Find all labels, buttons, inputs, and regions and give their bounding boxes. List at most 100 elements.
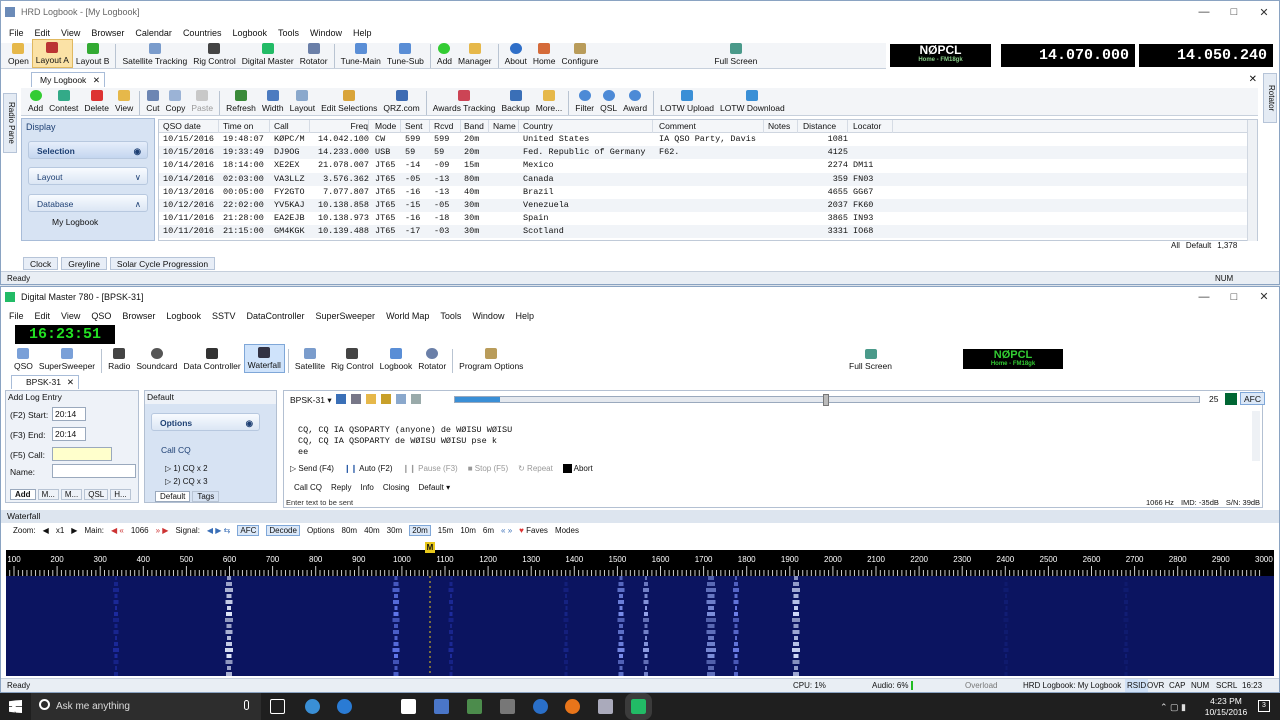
menu-file[interactable]: File bbox=[9, 28, 24, 38]
tab-default[interactable]: Default bbox=[155, 491, 191, 502]
add-button[interactable]: Add bbox=[434, 41, 455, 68]
start-button[interactable] bbox=[9, 700, 22, 713]
dm-menu-supersweeper[interactable]: SuperSweeper bbox=[316, 311, 376, 321]
menu-window[interactable]: Window bbox=[310, 28, 342, 38]
macro-closing[interactable]: Closing bbox=[383, 483, 410, 492]
cq-item-2[interactable]: ▷ 2) CQ x 3 bbox=[165, 477, 208, 486]
auto-button[interactable]: ❙❙ Auto (F2) bbox=[344, 464, 393, 473]
dm-radio-button[interactable]: Radio bbox=[105, 346, 133, 373]
band-nav-icon[interactable]: « » bbox=[501, 526, 512, 535]
dm-menu-logbook[interactable]: Logbook bbox=[166, 311, 201, 321]
call-field[interactable] bbox=[52, 447, 112, 461]
menu-browser[interactable]: Browser bbox=[91, 28, 124, 38]
macro-reply[interactable]: Reply bbox=[331, 483, 351, 492]
delete-button[interactable]: Delete bbox=[81, 88, 112, 115]
qsl-button[interactable]: QSL bbox=[597, 88, 620, 115]
tab-clock[interactable]: Clock bbox=[23, 257, 59, 270]
menu-calendar[interactable]: Calendar bbox=[135, 28, 172, 38]
tab-qsl[interactable]: QSL bbox=[84, 489, 109, 500]
layout-a-button[interactable]: Layout A bbox=[31, 39, 73, 68]
digital-master-button[interactable]: Digital Master bbox=[239, 41, 297, 68]
app-icon-5[interactable] bbox=[598, 699, 613, 714]
dm-minimize-button[interactable]: — bbox=[1189, 291, 1219, 303]
clear-icon[interactable] bbox=[366, 394, 376, 404]
col-country[interactable]: Country bbox=[523, 120, 653, 133]
menu-tools[interactable]: Tools bbox=[278, 28, 299, 38]
configure-button[interactable]: Configure bbox=[559, 41, 602, 68]
edit-selections-button[interactable]: Edit Selections bbox=[318, 88, 380, 115]
col-sent[interactable]: Sent bbox=[405, 120, 430, 133]
open-button[interactable]: Open bbox=[5, 41, 32, 68]
tab-tags[interactable]: Tags bbox=[192, 491, 220, 502]
lotw-upload-button[interactable]: LOTW Upload bbox=[657, 88, 717, 115]
lotw-download-button[interactable]: LOTW Download bbox=[717, 88, 788, 115]
main-prev-icon[interactable]: ◀ « bbox=[111, 526, 124, 535]
table-row[interactable]: 10/14/2016 18:14:00 XE2EX 21.078.007 JT65 -14… bbox=[159, 159, 1257, 172]
logbook-doc-close-icon[interactable]: ✕ bbox=[1249, 74, 1257, 85]
dm-menu-view[interactable]: View bbox=[61, 311, 80, 321]
app-icon-4[interactable] bbox=[533, 699, 548, 714]
minimize-button[interactable]: — bbox=[1189, 6, 1219, 18]
selection-section[interactable]: Selection ◉ bbox=[28, 141, 148, 159]
export-icon[interactable] bbox=[411, 394, 421, 404]
tab-solar-cycle[interactable]: Solar Cycle Progression bbox=[109, 257, 216, 270]
dm-menu-tools[interactable]: Tools bbox=[440, 311, 461, 321]
app-icon-2[interactable] bbox=[467, 699, 482, 714]
col-distance[interactable]: Distance bbox=[803, 120, 848, 133]
print-icon[interactable] bbox=[351, 394, 361, 404]
dm-menu-edit[interactable]: Edit bbox=[35, 311, 51, 321]
rig-control-button[interactable]: Rig Control bbox=[190, 41, 239, 68]
manager-button[interactable]: Manager bbox=[455, 41, 495, 68]
col-name[interactable]: Name bbox=[493, 120, 519, 133]
afc-toggle[interactable]: AFC bbox=[1240, 392, 1265, 405]
maximize-button[interactable]: □ bbox=[1219, 6, 1249, 18]
dm-menu-window[interactable]: Window bbox=[472, 311, 504, 321]
col-locator[interactable]: Locator bbox=[853, 120, 893, 133]
layout-b-button[interactable]: Layout B bbox=[73, 41, 113, 68]
store-icon[interactable] bbox=[401, 699, 416, 714]
dm-supersweeper-button[interactable]: SuperSweeper bbox=[36, 346, 98, 373]
band-80m[interactable]: 80m bbox=[342, 526, 358, 535]
rx-marker[interactable]: M bbox=[425, 542, 435, 553]
end-time-field[interactable]: 20:14 bbox=[52, 427, 86, 441]
macro-default[interactable]: Default ▾ bbox=[419, 483, 451, 492]
dm-logbook-button[interactable]: Logbook bbox=[377, 346, 416, 373]
cut-button[interactable]: Cut bbox=[143, 88, 162, 115]
dm-menu-help[interactable]: Help bbox=[515, 311, 534, 321]
col-notes[interactable]: Notes bbox=[768, 120, 798, 133]
width-button[interactable]: Width bbox=[259, 88, 287, 115]
menu-view[interactable]: View bbox=[61, 28, 80, 38]
dm-waterfall-button[interactable]: Waterfall bbox=[243, 344, 285, 373]
tab-greyline[interactable]: Greyline bbox=[61, 257, 107, 270]
firefox-icon[interactable] bbox=[565, 699, 580, 714]
dm-full-screen-button[interactable]: Full Screen bbox=[846, 347, 895, 373]
table-row[interactable]: 10/14/2016 02:03:00 VA3LLZ 3.576.362 JT65 -05… bbox=[159, 172, 1257, 186]
database-section[interactable]: Database ∧ bbox=[28, 194, 148, 212]
layout-button[interactable]: Layout bbox=[287, 88, 319, 115]
options-section[interactable]: Options ◉ bbox=[151, 413, 260, 431]
zoom-in-icon[interactable]: ▶ bbox=[71, 526, 77, 535]
full-screen-button[interactable]: Full Screen bbox=[711, 41, 760, 68]
macro-call-cq[interactable]: Call CQ bbox=[294, 483, 322, 492]
rx-scrollbar[interactable] bbox=[1252, 411, 1260, 461]
band-20m[interactable]: 20m bbox=[409, 525, 431, 536]
layout-section[interactable]: Layout ∨ bbox=[28, 167, 148, 185]
awards-tracking-button[interactable]: Awards Tracking bbox=[430, 88, 499, 115]
app-icon-3[interactable] bbox=[500, 699, 515, 714]
dm-close-button[interactable]: ✕ bbox=[1249, 290, 1279, 303]
radio-pane-sidetab[interactable]: Radio Pane bbox=[3, 93, 17, 153]
abort-button[interactable]: Abort bbox=[562, 464, 593, 474]
band-30m[interactable]: 30m bbox=[387, 526, 403, 535]
dm-data-controller-button[interactable]: Data Controller bbox=[180, 346, 243, 373]
dm-menu-datacontroller[interactable]: DataController bbox=[246, 311, 304, 321]
backup-button[interactable]: Backup bbox=[498, 88, 532, 115]
about-button[interactable]: About bbox=[502, 41, 530, 68]
home-button[interactable]: Home bbox=[530, 41, 559, 68]
task-view-icon[interactable] bbox=[270, 699, 285, 714]
microphone-icon[interactable] bbox=[244, 700, 249, 710]
tab-add[interactable]: Add bbox=[10, 489, 36, 500]
menu-edit[interactable]: Edit bbox=[35, 28, 51, 38]
col-time-on[interactable]: Time on bbox=[223, 120, 270, 133]
close-button[interactable]: ✕ bbox=[1249, 6, 1279, 19]
more-button[interactable]: More... bbox=[533, 88, 565, 115]
